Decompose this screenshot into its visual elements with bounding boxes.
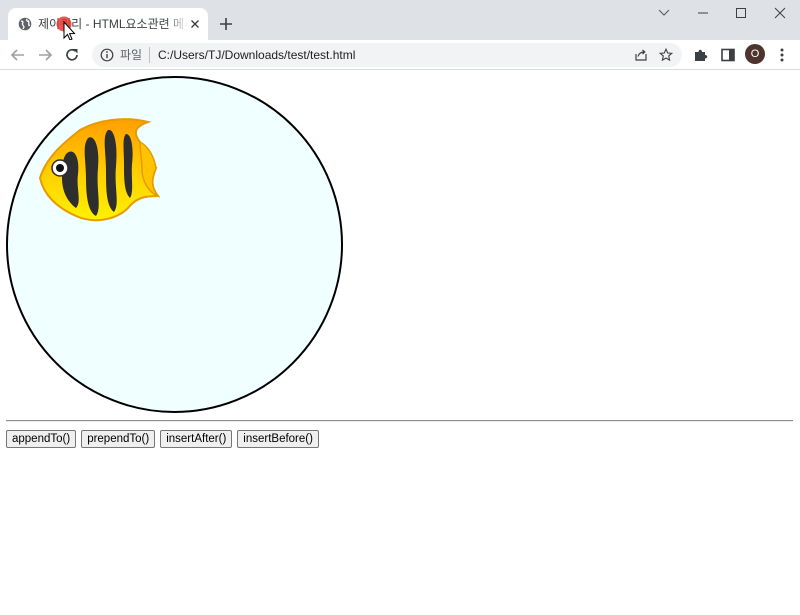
back-arrow-icon[interactable]: [9, 46, 27, 64]
browser-tab[interactable]: 제이쿼리 - HTML요소관련 메서드: [8, 8, 208, 40]
chevron-down-icon[interactable]: [656, 6, 672, 20]
insert-before-button[interactable]: insertBefore(): [237, 430, 319, 448]
browser-toolbar: 파일 C:/Users/TJ/Downloads/test/test.html …: [0, 40, 800, 70]
button-row: appendTo() prependTo() insertAfter() ins…: [6, 430, 319, 448]
plus-icon[interactable]: [218, 16, 234, 32]
close-icon[interactable]: [188, 17, 202, 31]
star-icon[interactable]: [659, 48, 673, 62]
maximize-icon[interactable]: [733, 6, 749, 20]
insert-after-button[interactable]: insertAfter(): [160, 430, 233, 448]
globe-icon: [18, 17, 32, 31]
kebab-menu-icon[interactable]: [773, 46, 791, 64]
address-bar[interactable]: 파일 C:/Users/TJ/Downloads/test/test.html: [92, 43, 682, 67]
close-icon[interactable]: [772, 6, 788, 20]
profile-avatar[interactable]: O: [745, 44, 765, 64]
extensions-icon[interactable]: [692, 46, 710, 64]
prepend-to-button[interactable]: prependTo(): [81, 430, 156, 448]
reload-icon[interactable]: [63, 46, 81, 64]
omnibox-divider: [149, 47, 150, 63]
info-icon[interactable]: [100, 48, 114, 62]
tropical-fish-icon[interactable]: [36, 116, 160, 224]
url-text[interactable]: C:/Users/TJ/Downloads/test/test.html: [158, 48, 355, 62]
share-icon[interactable]: [634, 48, 648, 62]
scheme-chip: 파일: [120, 48, 143, 62]
forward-arrow-icon[interactable]: [36, 46, 54, 64]
mouse-cursor-icon: [56, 16, 76, 41]
side-panel-icon[interactable]: [719, 46, 737, 64]
horizontal-rule: [6, 420, 793, 422]
minimize-icon[interactable]: [695, 6, 711, 20]
append-to-button[interactable]: appendTo(): [6, 430, 77, 448]
tab-strip: 제이쿼리 - HTML요소관련 메서드: [0, 0, 800, 41]
page-content: appendTo() prependTo() insertAfter() ins…: [0, 71, 800, 615]
